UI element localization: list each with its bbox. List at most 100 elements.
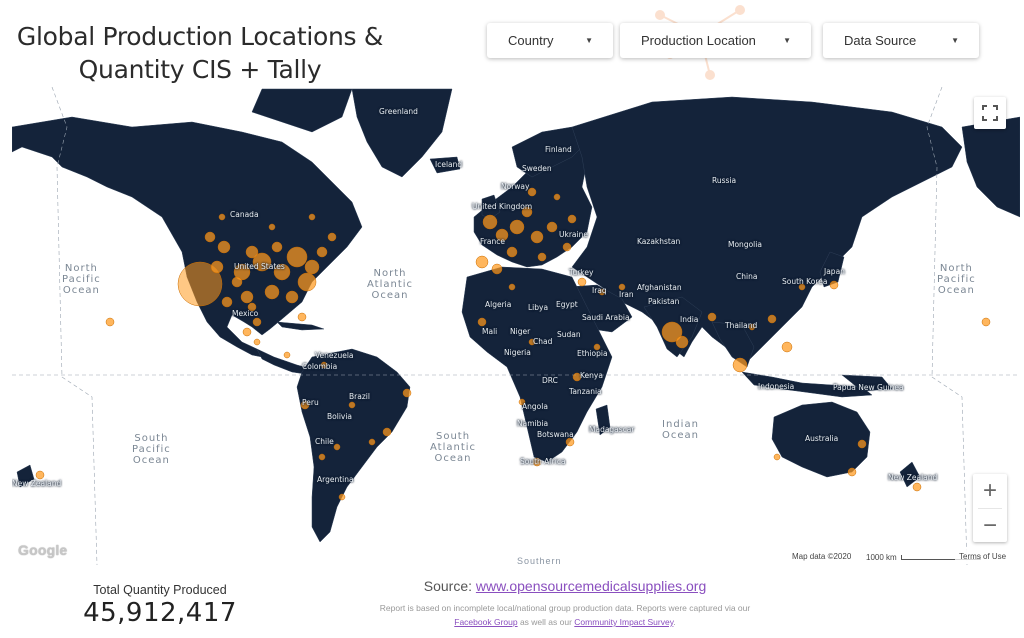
ocean-label-southern: Southern bbox=[517, 556, 562, 566]
country-label: Saudi Arabia bbox=[582, 313, 630, 322]
production-location-filter-dropdown[interactable]: Production Location ▼ bbox=[620, 23, 811, 58]
country-label: Kenya bbox=[580, 371, 603, 380]
land-far-east bbox=[961, 116, 1020, 218]
country-label: Indonesia bbox=[758, 382, 795, 391]
fullscreen-button[interactable] bbox=[974, 97, 1006, 129]
country-label: Mongolia bbox=[728, 240, 762, 249]
source-filter-label: Data Source bbox=[844, 33, 917, 48]
country-label: Pakistan bbox=[648, 297, 680, 306]
country-label: Greenland bbox=[379, 107, 418, 116]
land-asia bbox=[571, 96, 963, 363]
title-line-1: Global Production Locations & bbox=[16, 22, 384, 51]
caret-down-icon: ▼ bbox=[585, 36, 593, 45]
country-label: Mexico bbox=[232, 309, 259, 318]
country-label: Brazil bbox=[349, 392, 370, 401]
report-note-mid: as well as our bbox=[517, 617, 575, 627]
source-prefix: Source: bbox=[423, 578, 476, 594]
country-label: Namibia bbox=[517, 419, 549, 428]
data-source-filter-dropdown[interactable]: Data Source ▼ bbox=[823, 23, 979, 58]
title-line-2: Quantity CIS + Tally bbox=[78, 55, 322, 84]
country-label: Canada bbox=[230, 210, 259, 219]
country-label: Sweden bbox=[522, 164, 552, 173]
country-label: China bbox=[736, 272, 758, 281]
country-label: Chad bbox=[533, 337, 553, 346]
map-data-attribution: Map data ©2020 bbox=[788, 550, 856, 564]
land-north-america bbox=[12, 116, 363, 358]
total-quantity-value: 45,912,417 bbox=[83, 598, 237, 628]
source-line: Source: www.opensourcemedicalsupplies.or… bbox=[300, 578, 830, 594]
country-label: United Kingdom bbox=[472, 202, 533, 211]
country-label: Tanzania bbox=[569, 387, 602, 396]
source-link[interactable]: www.opensourcemedicalsupplies.org bbox=[476, 578, 706, 594]
country-label: Iraq bbox=[592, 286, 607, 295]
country-label: Nigeria bbox=[504, 348, 531, 357]
country-label: Turkey bbox=[569, 268, 594, 277]
country-label: Norway bbox=[501, 182, 530, 191]
country-label: South Africa bbox=[520, 457, 566, 466]
country-label: Finland bbox=[545, 145, 572, 154]
land-south-america bbox=[296, 348, 411, 543]
caret-down-icon: ▼ bbox=[951, 36, 959, 45]
country-label: Madagascar bbox=[589, 425, 635, 434]
zoom-out-button[interactable]: − bbox=[973, 509, 1007, 543]
ocean-label-indian: Indian Ocean bbox=[662, 419, 699, 441]
country-label: Niger bbox=[510, 327, 531, 336]
country-label: South Korea bbox=[782, 277, 828, 286]
country-label: Kazakhstan bbox=[637, 237, 681, 246]
google-logo: Google bbox=[18, 542, 68, 558]
country-label: Egypt bbox=[556, 300, 578, 309]
scale-label: 1000 km bbox=[866, 552, 897, 562]
page-title: Global Production Locations & Quantity C… bbox=[10, 20, 390, 86]
country-filter-dropdown[interactable]: Country ▼ bbox=[487, 23, 613, 58]
report-note: Report is based on incomplete local/nati… bbox=[300, 601, 830, 629]
ocean-label-north-pacific-right: North Pacific Ocean bbox=[937, 263, 976, 296]
facebook-group-link[interactable]: Facebook Group bbox=[454, 617, 517, 627]
location-filter-label: Production Location bbox=[641, 33, 756, 48]
country-label: Ethiopia bbox=[577, 349, 608, 358]
country-label: India bbox=[680, 315, 699, 324]
terms-of-use-link[interactable]: Terms of Use bbox=[955, 550, 1011, 564]
land-arctic-islands bbox=[251, 88, 353, 133]
country-label: Thailand bbox=[725, 321, 758, 330]
country-label: New Zealand bbox=[12, 479, 62, 488]
country-label: Argentina bbox=[317, 475, 354, 484]
country-label: United States bbox=[234, 262, 285, 271]
report-note-end: . bbox=[673, 617, 676, 627]
report-note-line1: Report is based on incomplete local/nati… bbox=[379, 603, 751, 613]
country-label: Ukraine bbox=[559, 230, 588, 239]
country-label: Sudan bbox=[557, 330, 581, 339]
dashboard: Global Production Locations & Quantity C… bbox=[0, 0, 1024, 638]
country-label: Libya bbox=[528, 303, 549, 312]
ocean-label-north-pacific-left: North Pacific Ocean bbox=[62, 263, 101, 296]
country-label: Mali bbox=[482, 327, 498, 336]
zoom-in-button[interactable]: + bbox=[973, 474, 1007, 508]
country-label: Papua New Guinea bbox=[833, 383, 904, 392]
country-label: Colombia bbox=[302, 362, 338, 371]
total-quantity-label: Total Quantity Produced bbox=[93, 583, 227, 597]
country-label: Russia bbox=[712, 176, 737, 185]
ocean-label-south-atlantic: South Atlantic Ocean bbox=[430, 431, 477, 464]
country-label: Japan bbox=[824, 267, 845, 276]
fullscreen-icon bbox=[982, 105, 998, 121]
country-label: New Zealand bbox=[888, 473, 938, 482]
country-label: Afghanistan bbox=[637, 283, 682, 292]
country-label: Venezuela bbox=[315, 351, 354, 360]
country-label: Iran bbox=[619, 290, 634, 299]
country-label: Algeria bbox=[485, 300, 512, 309]
map-canvas[interactable] bbox=[12, 87, 1020, 565]
world-map[interactable]: North Pacific Ocean North Atlantic Ocean Nor… bbox=[12, 87, 1020, 565]
land-masses bbox=[12, 88, 1020, 543]
zoom-controls: + − bbox=[973, 474, 1007, 542]
country-label: Botswana bbox=[537, 430, 574, 439]
ocean-label-south-pacific: South Pacific Ocean bbox=[132, 433, 171, 466]
country-label: Angola bbox=[522, 402, 548, 411]
caret-down-icon: ▼ bbox=[783, 36, 791, 45]
community-impact-survey-link[interactable]: Community Impact Survey bbox=[574, 617, 673, 627]
country-label: Peru bbox=[302, 398, 319, 407]
country-label: Bolivia bbox=[327, 412, 353, 421]
ocean-label-north-atlantic: North Atlantic Ocean bbox=[367, 268, 414, 301]
country-label: Chile bbox=[315, 437, 334, 446]
country-label: Iceland bbox=[435, 160, 463, 169]
country-label: France bbox=[480, 237, 505, 246]
country-label: DRC bbox=[542, 376, 558, 385]
